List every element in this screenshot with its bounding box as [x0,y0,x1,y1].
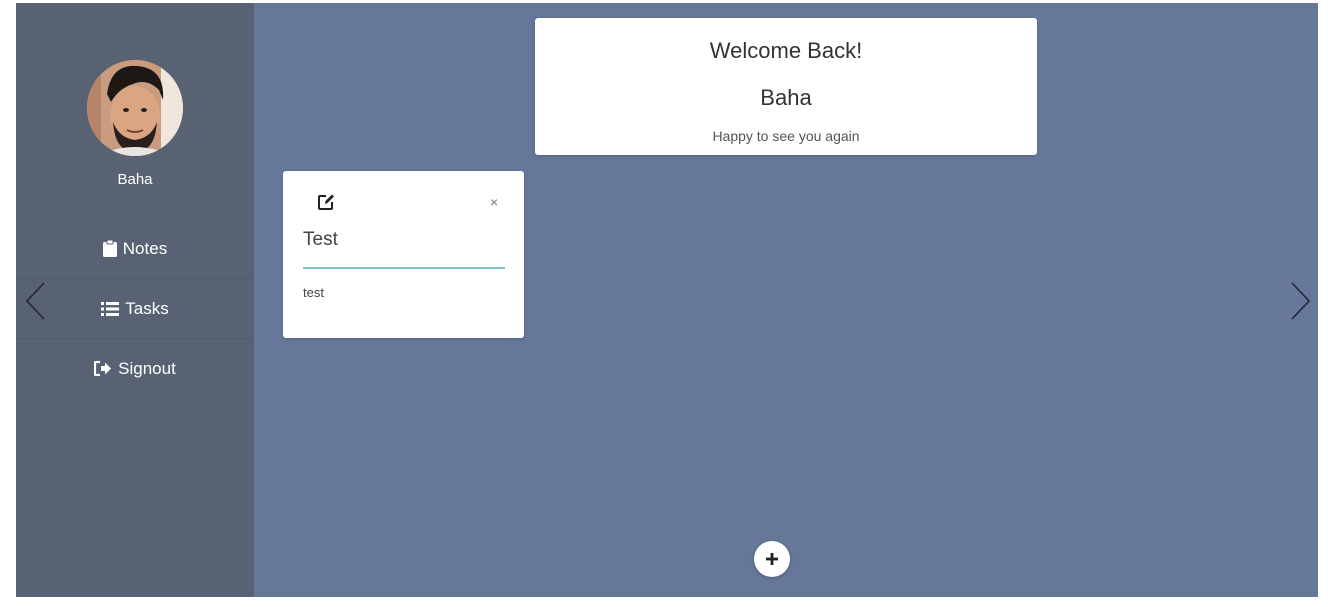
sidebar-username: Baha [117,171,153,188]
avatar [87,60,183,156]
list-icon [101,301,120,316]
welcome-name: Baha [760,85,812,110]
add-note-button[interactable] [754,541,790,577]
sidebar-item-label: Tasks [125,298,169,318]
welcome-title: Welcome Back! [709,38,863,63]
sidebar-item-label: Signout [118,358,176,378]
clipboard-icon [102,240,117,257]
next-arrow-icon[interactable] [1288,281,1312,321]
welcome-subtitle: Happy to see you again [712,128,860,144]
sidebar-nav: Notes Tasks Signout [16,219,254,398]
avatar-image [87,60,183,156]
edit-icon[interactable] [317,193,335,211]
note-body[interactable]: test [303,285,324,300]
sidebar-item-signout[interactable]: Signout [16,339,254,398]
sidebar-item-tasks[interactable]: Tasks [16,279,254,339]
note-title-underline [303,267,505,269]
close-note-button[interactable]: × [490,195,498,209]
sidebar-item-notes[interactable]: Notes [16,219,254,279]
signout-icon [94,361,112,376]
note-title[interactable]: Test [303,229,503,251]
previous-arrow-icon[interactable] [24,281,48,321]
plus-icon [766,553,778,565]
sidebar-item-label: Notes [122,238,168,258]
app-frame: Baha Notes Tasks Signout Welcome Back! B… [16,3,1318,597]
note-card: × Test test [283,171,524,338]
sidebar: Baha Notes Tasks Signout [16,3,254,597]
welcome-card: Welcome Back! Baha Happy to see you agai… [535,18,1037,155]
